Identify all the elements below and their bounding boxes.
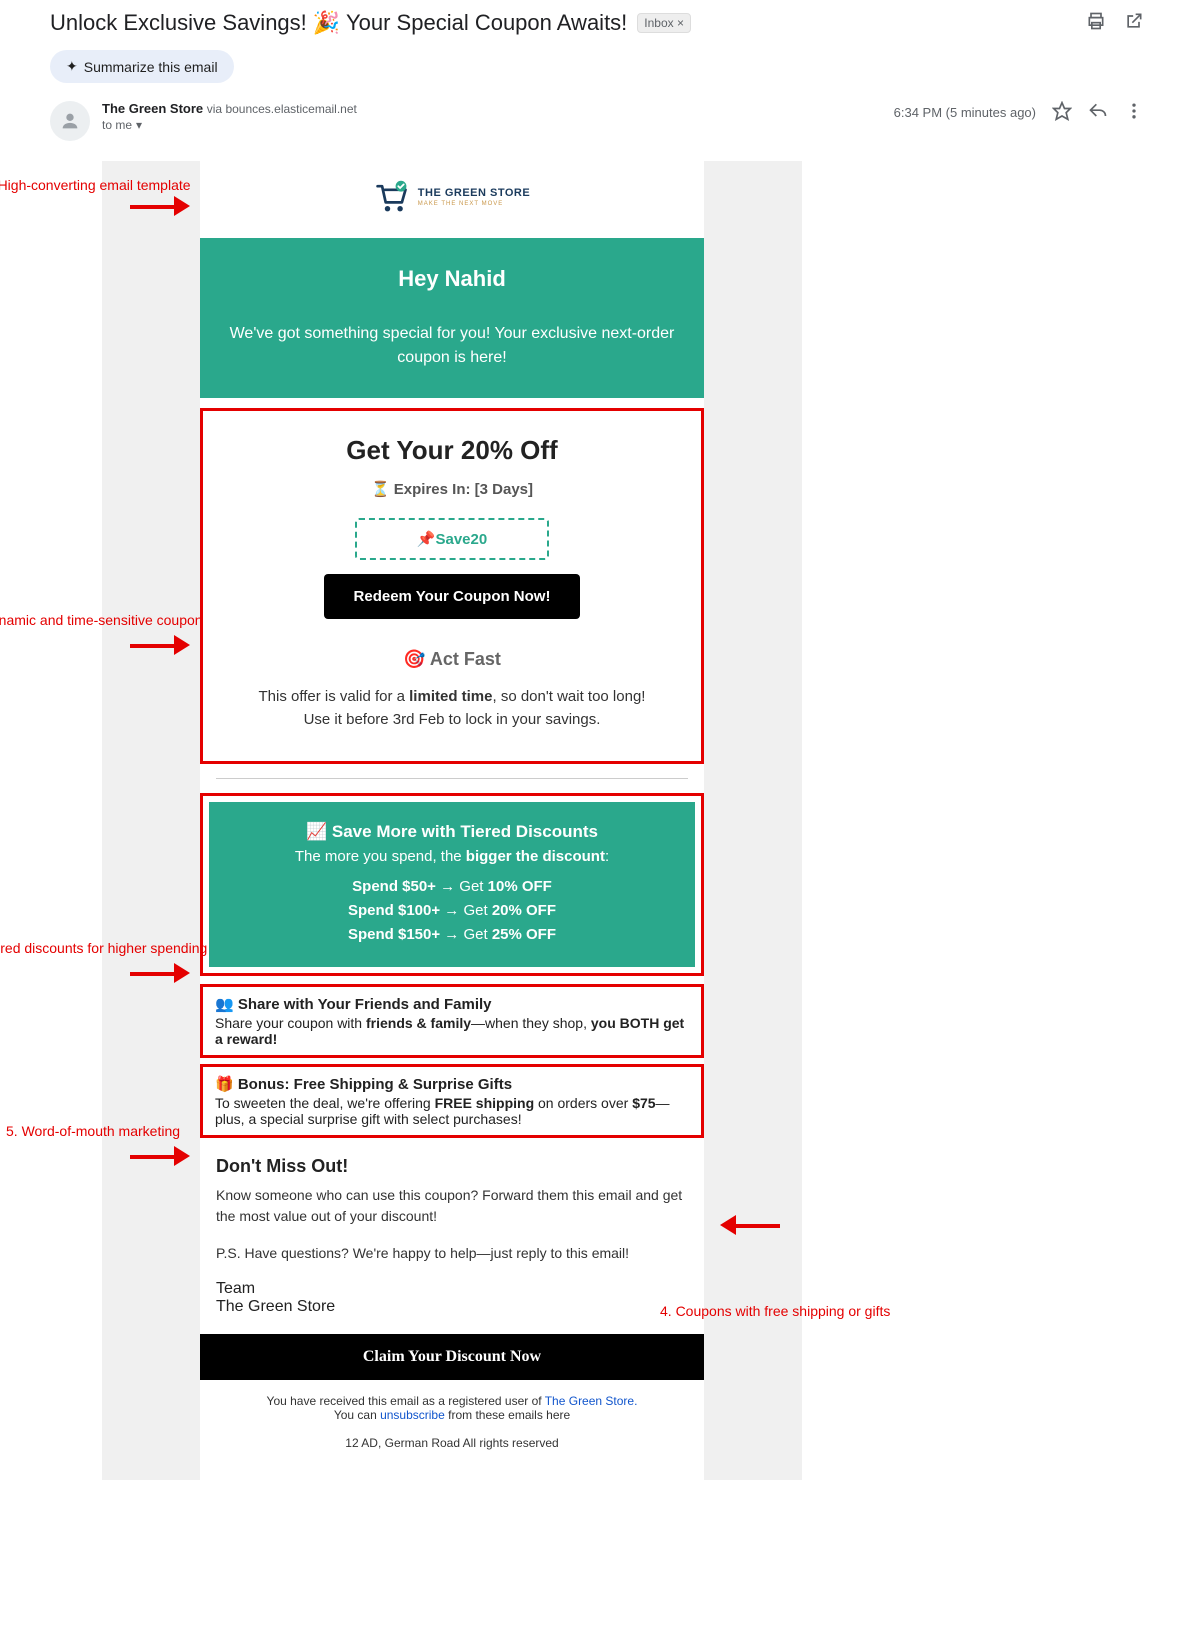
sender-name: The Green Store	[102, 101, 203, 116]
coupon-heading: Get Your 20% Off	[227, 435, 677, 466]
email-body: THE GREEN STORE MAKE THE NEXT MOVE Hey N…	[102, 161, 802, 1480]
store-link[interactable]: The Green Store.	[545, 1394, 638, 1408]
hero-heading: Hey Nahid	[224, 266, 680, 292]
bonus-text: To sweeten the deal, we're offering FREE…	[215, 1095, 689, 1127]
dont-miss-section: Don't Miss Out! Know someone who can use…	[200, 1138, 704, 1334]
to-dropdown[interactable]: to me ▾	[102, 118, 882, 132]
sparkle-icon: ✦	[66, 58, 78, 75]
footer-address: 12 AD, German Road All rights reserved	[210, 1436, 694, 1450]
logo-area: THE GREEN STORE MAKE THE NEXT MOVE	[200, 161, 704, 238]
tiered-intro: The more you spend, the bigger the disco…	[225, 848, 679, 865]
tiered-line: Spend $50+ → Get 10% OFF	[225, 875, 679, 899]
arrow-icon	[720, 1215, 780, 1235]
hero-section: Hey Nahid We've got something special fo…	[200, 238, 704, 398]
summarize-label: Summarize this email	[84, 59, 218, 75]
star-icon[interactable]	[1052, 101, 1072, 124]
reply-icon[interactable]	[1088, 101, 1108, 124]
share-heading: 👥 Share with Your Friends and Family	[215, 995, 689, 1013]
arrow-icon	[130, 196, 190, 216]
inbox-label[interactable]: Inbox ×	[637, 13, 691, 33]
tiered-section: 📈 Save More with Tiered Discounts The mo…	[200, 793, 704, 976]
offer-text: This offer is valid for a limited time, …	[227, 686, 677, 731]
bonus-section: 🎁 Bonus: Free Shipping & Surprise Gifts …	[200, 1064, 704, 1138]
dont-miss-p2: P.S. Have questions? We're happy to help…	[216, 1243, 688, 1264]
claim-button[interactable]: Claim Your Discount Now	[200, 1334, 704, 1380]
divider	[216, 778, 688, 779]
arrow-icon	[130, 1146, 190, 1166]
unsubscribe-link[interactable]: unsubscribe	[380, 1408, 445, 1422]
bonus-heading: 🎁 Bonus: Free Shipping & Surprise Gifts	[215, 1075, 689, 1093]
summarize-button[interactable]: ✦ Summarize this email	[50, 50, 234, 83]
chevron-down-icon: ▾	[136, 118, 142, 132]
coupon-code[interactable]: 📌Save20	[355, 518, 549, 560]
tiered-line: Spend $150+ → Get 25% OFF	[225, 923, 679, 947]
signature-store: The Green Store	[216, 1298, 688, 1316]
redeem-button[interactable]: Redeem Your Coupon Now!	[324, 574, 581, 619]
timestamp: 6:34 PM (5 minutes ago)	[894, 105, 1036, 120]
dont-miss-heading: Don't Miss Out!	[216, 1156, 688, 1177]
signature-team: Team	[216, 1280, 688, 1298]
tiered-heading: 📈 Save More with Tiered Discounts	[225, 822, 679, 842]
to-label: to me	[102, 118, 132, 132]
share-section: 👥 Share with Your Friends and Family Sha…	[200, 984, 704, 1058]
share-text: Share your coupon with friends & family—…	[215, 1015, 689, 1047]
act-fast-heading: 🎯 Act Fast	[227, 649, 677, 670]
arrow-icon	[130, 963, 190, 983]
cart-icon	[374, 179, 410, 215]
footer: You have received this email as a regist…	[200, 1380, 704, 1480]
email-subject: Unlock Exclusive Savings! 🎉 Your Special…	[50, 10, 627, 36]
arrow-icon	[130, 635, 190, 655]
coupon-section: Get Your 20% Off ⏳ Expires In: [3 Days] …	[200, 408, 704, 764]
avatar	[50, 101, 90, 141]
print-icon[interactable]	[1086, 11, 1106, 36]
more-icon[interactable]	[1124, 101, 1144, 124]
logo-subtitle: MAKE THE NEXT MOVE	[418, 201, 530, 207]
expires-text: ⏳ Expires In: [3 Days]	[227, 480, 677, 498]
sender-via: via bounces.elasticemail.net	[207, 102, 357, 116]
hero-text: We've got something special for you! You…	[224, 322, 680, 370]
tiered-line: Spend $100+ → Get 20% OFF	[225, 899, 679, 923]
dont-miss-p1: Know someone who can use this coupon? Fo…	[216, 1185, 688, 1227]
logo-title: THE GREEN STORE	[418, 188, 530, 199]
open-in-new-icon[interactable]	[1124, 11, 1144, 36]
